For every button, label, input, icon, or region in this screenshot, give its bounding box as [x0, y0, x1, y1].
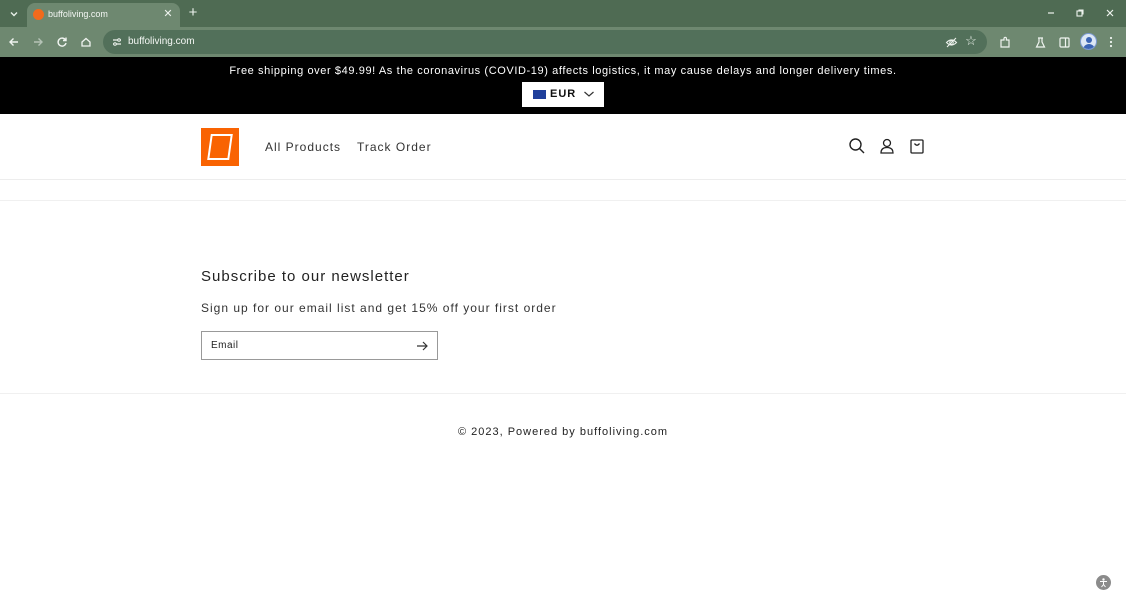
nav-track-order[interactable]: Track Order	[357, 140, 432, 154]
chevron-down-icon	[584, 91, 594, 97]
browser-tab[interactable]: buffoliving.com ✕	[27, 3, 180, 27]
side-panel-icon	[1058, 36, 1070, 48]
arrow-right-icon[interactable]	[415, 339, 429, 353]
reload-button[interactable]	[54, 34, 70, 50]
store-header: All Products Track Order	[0, 114, 1126, 180]
restore-button[interactable]	[1072, 5, 1088, 21]
kebab-menu-icon	[1109, 36, 1113, 48]
header-divider	[0, 200, 1126, 201]
extensions-button[interactable]	[997, 34, 1013, 50]
puzzle-icon	[999, 36, 1010, 48]
profile-avatar-icon[interactable]	[1080, 33, 1097, 50]
tab-title: buffoliving.com	[48, 9, 108, 19]
tab-close-icon[interactable]: ✕	[162, 7, 174, 21]
newsletter-subtitle: Sign up for our email list and get 15% o…	[201, 301, 557, 315]
site-favicon-icon	[33, 9, 44, 20]
browser-tabstrip: buffoliving.com ✕ +	[0, 0, 1126, 27]
flask-icon	[1035, 36, 1045, 48]
site-info-icon[interactable]	[109, 34, 125, 50]
reload-icon	[57, 37, 67, 47]
newsletter-form	[201, 331, 438, 360]
browser-menu-button[interactable]	[1103, 34, 1119, 50]
footer-copyright: © 2023, Powered by buffoliving.com	[457, 426, 669, 438]
tab-search-button[interactable]	[4, 4, 23, 23]
restore-icon	[1076, 9, 1084, 17]
cart-icon[interactable]	[908, 137, 926, 155]
home-depot-logo[interactable]	[201, 128, 239, 166]
home-button[interactable]	[78, 34, 94, 50]
side-panel-button[interactable]	[1056, 34, 1072, 50]
newsletter-title: Subscribe to our newsletter	[201, 268, 410, 285]
minimize-icon	[1048, 12, 1054, 14]
announcement-bar: Free shipping over $49.99! As the corona…	[0, 57, 1126, 114]
arrow-right-icon	[34, 38, 43, 46]
close-icon	[1106, 9, 1114, 17]
url-text[interactable]: buffoliving.com	[128, 36, 195, 47]
labs-button[interactable]	[1032, 34, 1048, 50]
account-icon[interactable]	[878, 137, 896, 155]
home-icon	[81, 37, 91, 47]
currency-code: EUR	[550, 88, 577, 100]
close-window-button[interactable]	[1102, 5, 1118, 21]
nav-all-products[interactable]: All Products	[265, 140, 341, 154]
forward-button[interactable]	[30, 34, 46, 50]
new-tab-button[interactable]: +	[185, 5, 201, 21]
footer-divider	[0, 393, 1126, 394]
accessibility-widget-icon[interactable]	[1096, 575, 1111, 590]
currency-selector[interactable]: EUR	[522, 82, 604, 107]
browser-toolbar: buffoliving.com ☆	[0, 27, 1126, 57]
eu-flag-icon	[533, 90, 546, 99]
announcement-text: Free shipping over $49.99! As the corona…	[229, 65, 897, 77]
search-icon[interactable]	[848, 137, 866, 155]
address-bar[interactable]: buffoliving.com ☆	[103, 30, 987, 54]
email-input[interactable]	[202, 332, 407, 359]
eye-slash-icon[interactable]	[943, 34, 959, 50]
bookmark-star-icon[interactable]: ☆	[963, 33, 979, 49]
back-button[interactable]	[6, 34, 22, 50]
chevron-down-icon	[10, 11, 17, 16]
minimize-button[interactable]	[1043, 5, 1059, 21]
arrow-left-icon	[9, 38, 18, 46]
